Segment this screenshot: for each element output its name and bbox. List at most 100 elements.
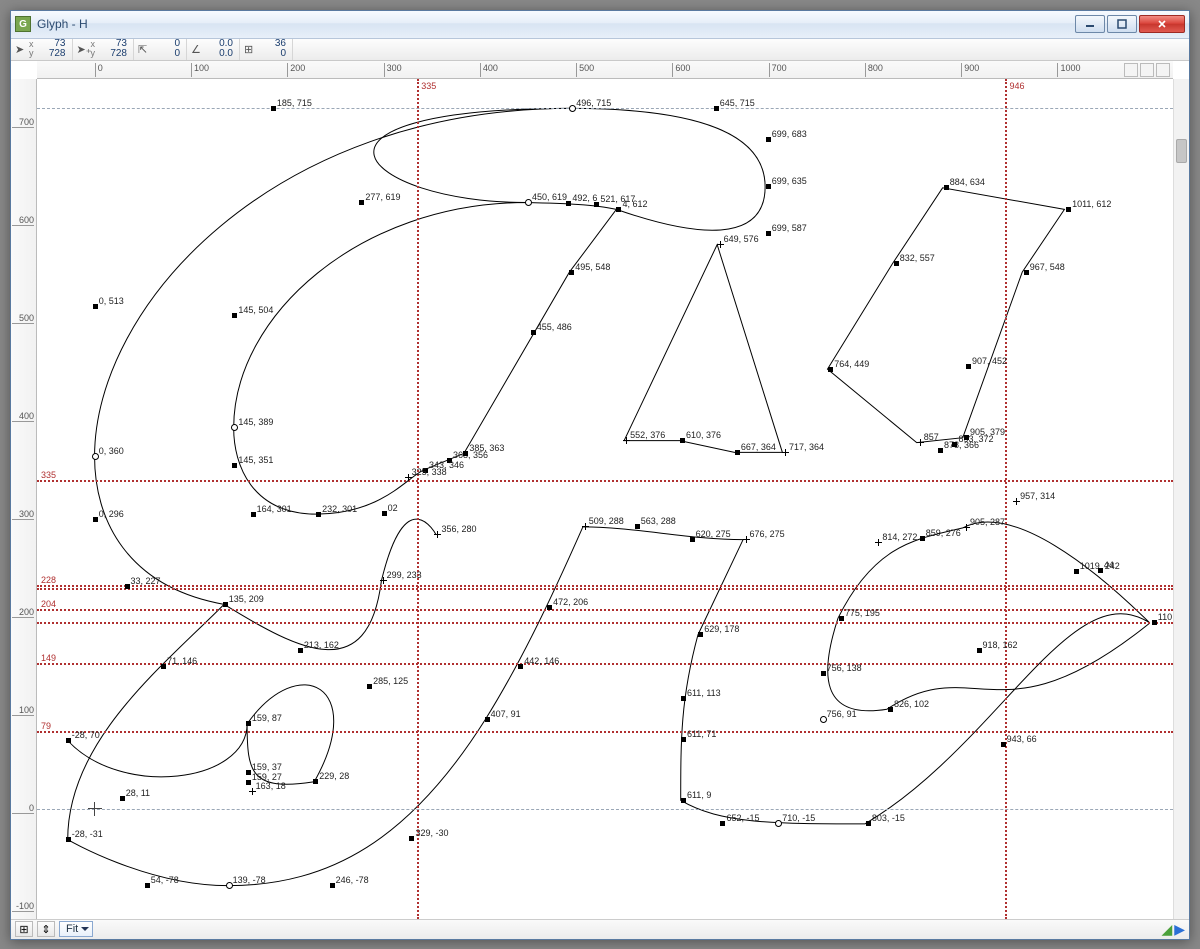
- node-point[interactable]: [569, 270, 574, 275]
- node-point[interactable]: [380, 577, 387, 584]
- node-point[interactable]: [888, 707, 893, 712]
- node-point[interactable]: [1013, 498, 1020, 505]
- node-point[interactable]: [594, 202, 599, 207]
- node-point[interactable]: [766, 231, 771, 236]
- node-point[interactable]: [251, 512, 256, 517]
- node-point[interactable]: [875, 539, 882, 546]
- node-point[interactable]: [616, 207, 621, 212]
- node-point[interactable]: [977, 648, 982, 653]
- node-point[interactable]: [917, 439, 924, 446]
- node-point[interactable]: [569, 105, 576, 112]
- node-point[interactable]: [93, 517, 98, 522]
- glyph-canvas[interactable]: 33522820414979335946185, 715496, 715645,…: [37, 79, 1173, 919]
- node-point[interactable]: [938, 448, 943, 453]
- node-point[interactable]: [525, 199, 532, 206]
- node-point[interactable]: [681, 696, 686, 701]
- node-point[interactable]: [232, 313, 237, 318]
- node-point[interactable]: [766, 137, 771, 142]
- node-point[interactable]: [231, 424, 238, 431]
- node-point[interactable]: [66, 837, 71, 842]
- node-point[interactable]: [828, 367, 833, 372]
- close-button[interactable]: [1139, 15, 1185, 33]
- node-point[interactable]: [1001, 742, 1006, 747]
- node-point[interactable]: [623, 437, 630, 444]
- node-point[interactable]: [635, 524, 640, 529]
- ruler-option-1-icon[interactable]: [1124, 63, 1138, 77]
- node-point[interactable]: [782, 449, 789, 456]
- node-point[interactable]: [246, 780, 251, 785]
- statusbar-btn-2[interactable]: ⇕: [37, 921, 55, 937]
- node-point[interactable]: [1024, 270, 1029, 275]
- node-point[interactable]: [821, 671, 826, 676]
- node-point[interactable]: [766, 184, 771, 189]
- node-point[interactable]: [681, 737, 686, 742]
- node-point[interactable]: [894, 261, 899, 266]
- node-point[interactable]: [698, 632, 703, 637]
- node-point[interactable]: [120, 796, 125, 801]
- minimize-button[interactable]: [1075, 15, 1105, 33]
- ruler-option-2-icon[interactable]: [1140, 63, 1154, 77]
- node-point[interactable]: [1074, 569, 1079, 574]
- titlebar[interactable]: G Glyph - H: [11, 11, 1189, 39]
- node-point[interactable]: [952, 442, 957, 447]
- ruler-option-3-icon[interactable]: [1156, 63, 1170, 77]
- node-point[interactable]: [161, 664, 166, 669]
- node-point[interactable]: [531, 330, 536, 335]
- node-point[interactable]: [145, 883, 150, 888]
- node-point[interactable]: [681, 798, 686, 803]
- node-point[interactable]: [839, 616, 844, 621]
- node-point[interactable]: [866, 821, 871, 826]
- node-point[interactable]: [246, 770, 251, 775]
- node-point[interactable]: [944, 185, 949, 190]
- node-point[interactable]: [249, 788, 256, 795]
- node-point[interactable]: [1066, 207, 1071, 212]
- node-point[interactable]: [720, 821, 725, 826]
- node-point[interactable]: [93, 304, 98, 309]
- zoom-select[interactable]: Fit: [59, 921, 93, 937]
- node-point[interactable]: [680, 438, 685, 443]
- node-point[interactable]: [271, 106, 276, 111]
- node-point[interactable]: [964, 435, 969, 440]
- node-point[interactable]: [226, 882, 233, 889]
- vertical-ruler[interactable]: -1000100200300400500600700: [11, 79, 37, 919]
- node-point[interactable]: [246, 721, 251, 726]
- node-point[interactable]: [690, 537, 695, 542]
- node-point[interactable]: [735, 450, 740, 455]
- node-point[interactable]: [298, 648, 303, 653]
- node-point[interactable]: [1152, 620, 1157, 625]
- node-point[interactable]: [125, 584, 130, 589]
- node-point[interactable]: [223, 602, 228, 607]
- node-point[interactable]: [405, 474, 412, 481]
- node-point[interactable]: [367, 684, 372, 689]
- node-point[interactable]: [447, 458, 452, 463]
- node-point[interactable]: [330, 883, 335, 888]
- node-point[interactable]: [409, 836, 414, 841]
- node-point[interactable]: [434, 531, 441, 538]
- node-point[interactable]: [518, 664, 523, 669]
- nav-next-icon[interactable]: ▶: [1174, 921, 1185, 938]
- maximize-button[interactable]: [1107, 15, 1137, 33]
- node-point[interactable]: [485, 717, 490, 722]
- node-point[interactable]: [382, 511, 387, 516]
- statusbar-btn-1[interactable]: ⊞: [15, 921, 33, 937]
- node-point[interactable]: [92, 453, 99, 460]
- node-point[interactable]: [66, 738, 71, 743]
- nav-prev-icon[interactable]: ◢: [1161, 921, 1172, 938]
- node-point[interactable]: [775, 820, 782, 827]
- node-point[interactable]: [359, 200, 364, 205]
- node-point[interactable]: [232, 463, 237, 468]
- node-point[interactable]: [423, 468, 428, 473]
- node-point[interactable]: [1098, 568, 1103, 573]
- node-point[interactable]: [547, 605, 552, 610]
- node-point[interactable]: [920, 536, 925, 541]
- node-point[interactable]: [966, 364, 971, 369]
- node-point[interactable]: [820, 716, 827, 723]
- vertical-scroll-thumb[interactable]: [1176, 139, 1187, 163]
- node-point[interactable]: [566, 201, 571, 206]
- node-point[interactable]: [463, 451, 468, 456]
- node-point[interactable]: [714, 106, 719, 111]
- node-point[interactable]: [582, 523, 589, 530]
- node-point[interactable]: [963, 524, 970, 531]
- node-point[interactable]: [743, 536, 750, 543]
- node-point[interactable]: [717, 241, 724, 248]
